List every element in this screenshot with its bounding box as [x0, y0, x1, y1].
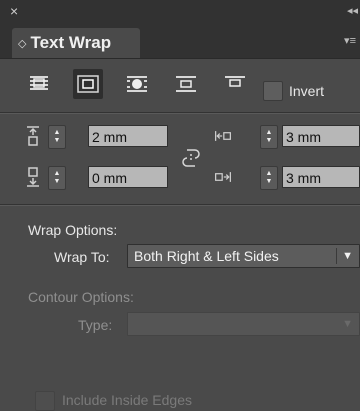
- bottom-offset-icon: [27, 167, 39, 187]
- invert-label: Invert: [289, 83, 325, 99]
- no-text-wrap-icon: [30, 76, 48, 90]
- right-offset-stepper[interactable]: ▲ ▼: [260, 166, 278, 190]
- link-settings-icon[interactable]: [178, 145, 204, 171]
- jump-object-icon: [176, 76, 196, 92]
- bottom-offset-stepper[interactable]: ▲ ▼: [48, 166, 66, 190]
- invert-checkbox[interactable]: [263, 81, 283, 101]
- include-inside-edges-checkbox[interactable]: [35, 391, 55, 411]
- divider: [0, 204, 360, 205]
- chevron-down-icon: ▼: [342, 318, 353, 330]
- panel-titlebar: × ◂◂: [0, 0, 360, 24]
- tab-text-wrap[interactable]: ◇ Text Wrap: [12, 28, 140, 58]
- right-offset-field[interactable]: 3 mm: [282, 166, 360, 188]
- dropdown-separator: [336, 248, 337, 264]
- right-offset-icon: [215, 172, 231, 182]
- wrap-around-object-shape-button[interactable]: [122, 69, 152, 99]
- tab-title: Text Wrap: [30, 33, 112, 52]
- contour-options-heading: Contour Options:: [28, 289, 134, 305]
- jump-object-button[interactable]: [171, 69, 201, 99]
- collapse-panel-icon[interactable]: ◂◂: [347, 4, 358, 17]
- divider: [0, 112, 360, 113]
- wrap-bounding-box-icon: [77, 75, 99, 93]
- top-offset-icon: [27, 126, 39, 146]
- left-offset-stepper[interactable]: ▲ ▼: [260, 125, 278, 149]
- wrap-to-dropdown[interactable]: Both Right & Left Sides ▼: [127, 244, 360, 268]
- panel-tabbar: ◇ Text Wrap ▾≡: [0, 24, 360, 59]
- wrap-to-value: Both Right & Left Sides: [134, 248, 279, 264]
- left-offset-icon: [215, 131, 231, 141]
- contour-type-label: Type:: [78, 317, 113, 333]
- wrap-options-heading: Wrap Options:: [28, 222, 118, 238]
- jump-to-next-column-button[interactable]: [220, 69, 250, 99]
- close-icon[interactable]: ×: [10, 3, 18, 19]
- wrap-to-label: Wrap To:: [54, 249, 110, 265]
- no-text-wrap-button[interactable]: [24, 69, 54, 99]
- contour-type-dropdown[interactable]: ▼: [127, 312, 360, 336]
- bottom-offset-field[interactable]: 0 mm: [88, 166, 168, 188]
- include-inside-edges-label: Include Inside Edges: [62, 392, 192, 408]
- wrap-object-shape-icon: [127, 76, 147, 92]
- wrap-type-row: Invert: [0, 66, 360, 106]
- jump-next-column-icon: [225, 76, 245, 87]
- left-offset-field[interactable]: 3 mm: [282, 125, 360, 147]
- tab-expand-icon[interactable]: ◇: [18, 37, 26, 50]
- chevron-down-icon: ▼: [342, 250, 353, 262]
- panel-menu-icon[interactable]: ▾≡: [344, 34, 356, 47]
- top-offset-stepper[interactable]: ▲ ▼: [48, 125, 66, 149]
- top-offset-field[interactable]: 2 mm: [88, 125, 168, 147]
- wrap-around-bounding-box-button[interactable]: [73, 69, 103, 99]
